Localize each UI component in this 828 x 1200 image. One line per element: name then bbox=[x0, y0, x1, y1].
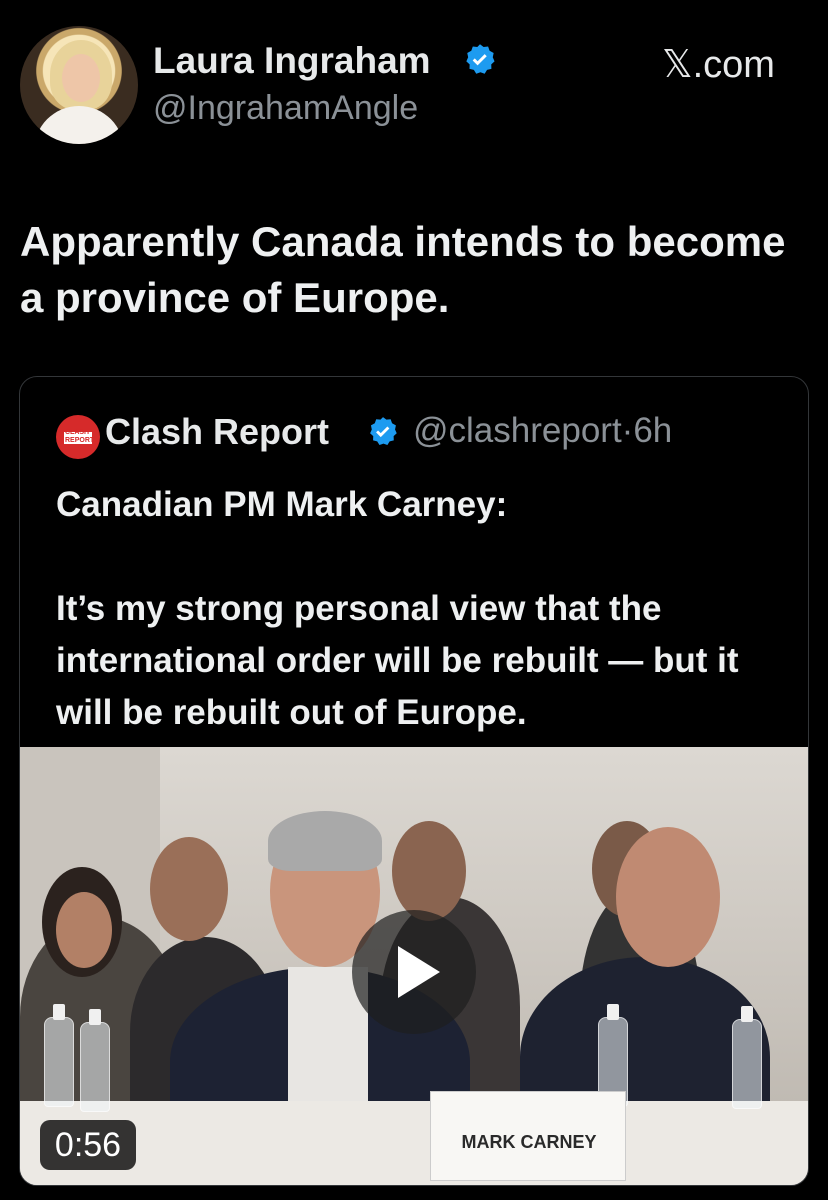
quoted-author-name[interactable]: Clash Report bbox=[105, 411, 329, 453]
site-label: 𝕏.com bbox=[662, 44, 775, 86]
quoted-text-line: It’s my strong personal view that the in… bbox=[56, 589, 739, 732]
quoted-author-avatar[interactable]: CLASH REPORT bbox=[56, 415, 100, 459]
video-table bbox=[20, 1101, 808, 1185]
nameplate-text: MARK CARNEY bbox=[461, 1132, 597, 1152]
video-person-face bbox=[56, 892, 112, 968]
author-handle[interactable]: @IngrahamAngle bbox=[153, 89, 418, 128]
video-player[interactable]: MARK CARNEY 0:56 bbox=[20, 747, 808, 1185]
tweet-header: Laura Ingraham @IngrahamAngle 𝕏.com bbox=[0, 0, 828, 170]
video-person-head bbox=[150, 837, 228, 941]
speaker-hair bbox=[268, 811, 382, 871]
quoted-tweet-text: Canadian PM Mark Carney: It’s my strong … bbox=[56, 479, 796, 791]
speaker-nameplate: MARK CARNEY bbox=[430, 1091, 626, 1181]
video-person-head bbox=[392, 821, 466, 921]
video-duration: 0:56 bbox=[40, 1120, 136, 1170]
quoted-text-line: Canadian PM Mark Carney: bbox=[56, 485, 508, 524]
author-name[interactable]: Laura Ingraham bbox=[153, 40, 431, 82]
water-bottle bbox=[44, 1004, 74, 1107]
water-bottle bbox=[80, 1009, 110, 1112]
play-icon bbox=[398, 946, 440, 998]
author-avatar[interactable] bbox=[20, 26, 138, 144]
verified-badge-icon bbox=[462, 42, 498, 83]
water-bottle bbox=[732, 1006, 762, 1109]
video-person-head bbox=[616, 827, 720, 967]
quoted-tweet-card[interactable]: CLASH REPORT Clash Report @clashreport·6… bbox=[19, 376, 809, 1186]
quoted-avatar-text: CLASH REPORT bbox=[65, 429, 95, 444]
verified-badge-icon bbox=[366, 415, 400, 454]
tweet-text: Apparently Canada intends to become a pr… bbox=[20, 218, 786, 321]
quoted-author-handle-time[interactable]: @clashreport·6h bbox=[413, 411, 672, 451]
play-button[interactable] bbox=[352, 910, 476, 1034]
